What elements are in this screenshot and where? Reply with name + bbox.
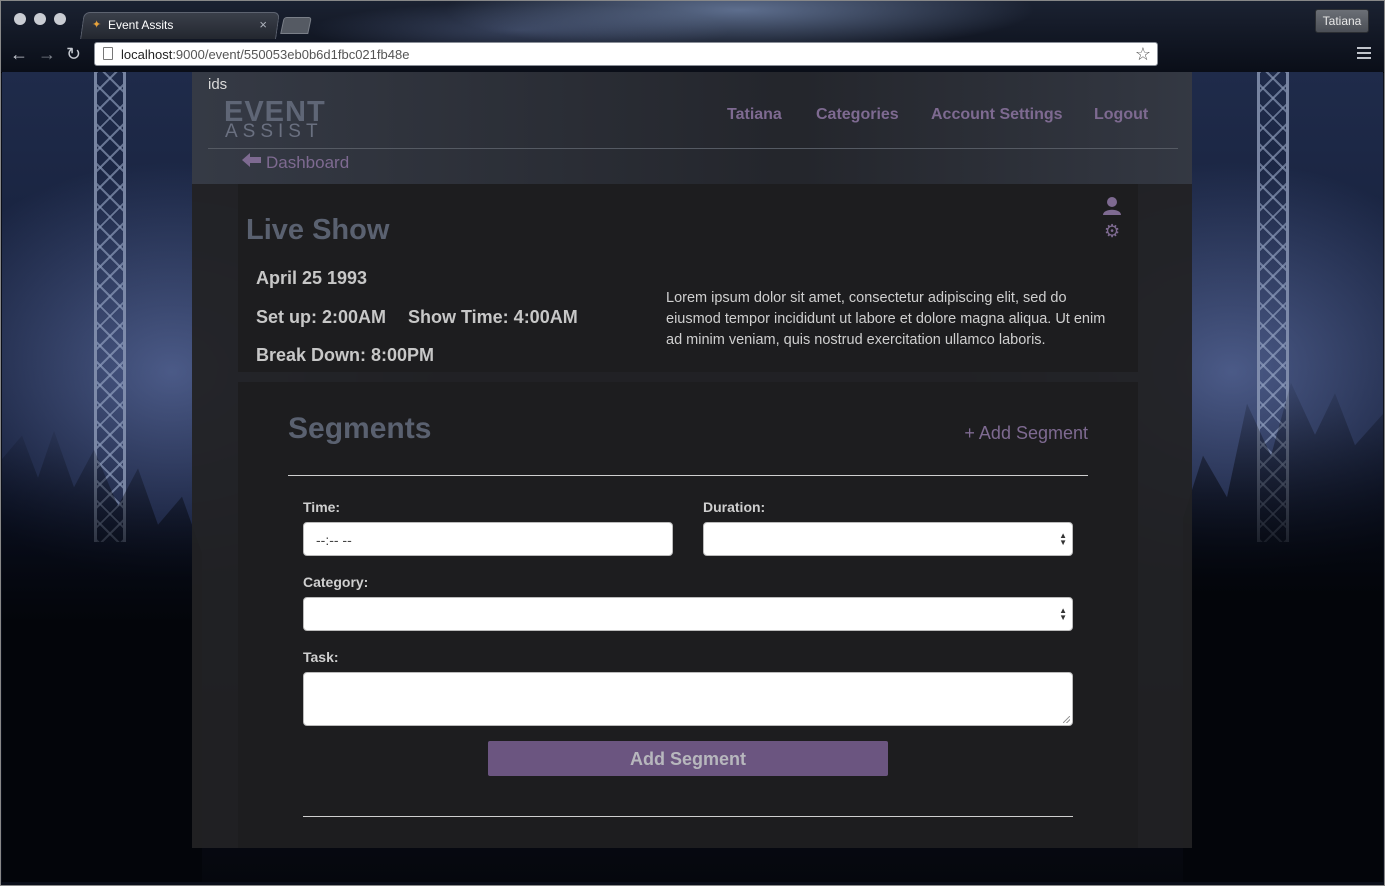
close-tab-icon[interactable]: × (259, 17, 267, 32)
nav-categories[interactable]: Categories (816, 106, 899, 124)
select-arrows-icon: ▲ ▼ (1059, 531, 1067, 547)
category-select[interactable]: ▲ ▼ (303, 597, 1073, 631)
back-to-dashboard-link[interactable]: Dashboard (266, 153, 349, 173)
select-arrows-icon: ▲ ▼ (1059, 606, 1067, 622)
time-input-value: --:-- -- (316, 532, 352, 548)
time-input[interactable]: --:-- -- (303, 522, 673, 556)
nav-user[interactable]: Tatiana (727, 106, 782, 124)
nav-logout[interactable]: Logout (1094, 106, 1148, 124)
tab-title: Event Assits (108, 18, 174, 32)
url-text: localhost:9000/event/550053eb0b6d1fbc021… (121, 47, 410, 62)
address-bar[interactable]: localhost:9000/event/550053eb0b6d1fbc021… (94, 42, 1158, 66)
user-icon[interactable] (1102, 196, 1122, 216)
zoom-window-button[interactable] (54, 13, 66, 25)
event-title: Live Show (246, 214, 390, 246)
menu-icon[interactable] (1357, 47, 1371, 62)
event-date: April 25 1993 (256, 268, 368, 288)
event-show-time: Show Time: 4:00AM (408, 307, 578, 327)
resize-grip-icon[interactable] (1063, 716, 1070, 723)
star-icon[interactable]: ☆ (1135, 44, 1151, 65)
crowd-left (2, 430, 202, 882)
logo-line-2: ASSIST (225, 121, 323, 142)
duration-label: Duration: (703, 499, 766, 515)
back-icon[interactable]: ← (10, 45, 28, 63)
nav-account-settings[interactable]: Account Settings (931, 106, 1063, 124)
form-bottom-divider (303, 816, 1073, 817)
event-details-card: Live Show April 25 1993 Set up: 2:00AM S… (238, 184, 1138, 372)
page-icon (103, 47, 113, 60)
event-setup-time: Set up: 2:00AM (256, 307, 387, 327)
event-description: Lorem ipsum dolor sit amet, consectetur … (666, 290, 1106, 348)
segments-title: Segments (288, 412, 432, 445)
page-viewport: ids EVENT ASSIST Tatiana Categories Acco… (2, 72, 1383, 882)
browser-chrome: ✦ Event Assits × Tatiana ← → ↻ localhost… (0, 0, 1385, 73)
new-tab-button[interactable] (280, 17, 312, 34)
site-container: ids EVENT ASSIST Tatiana Categories Acco… (192, 72, 1192, 848)
close-window-button[interactable] (14, 13, 26, 25)
task-textarea[interactable] (303, 672, 1073, 726)
category-label: Category: (303, 574, 369, 590)
browser-tab[interactable]: ✦ Event Assits × (90, 12, 275, 38)
segments-divider (288, 475, 1088, 476)
favicon-icon: ✦ (92, 19, 102, 31)
crowd-right (1183, 382, 1383, 882)
minimize-window-button[interactable] (34, 13, 46, 25)
time-label: Time: (303, 499, 341, 515)
profile-button[interactable]: Tatiana (1315, 9, 1369, 33)
arrow-left-icon[interactable] (242, 152, 262, 173)
stray-text: ids (208, 76, 228, 93)
segments-card: Segments + Add Segment Time: --:-- -- Du… (238, 382, 1138, 848)
task-label: Task: (303, 649, 339, 665)
header-divider (208, 148, 1178, 149)
add-segment-button[interactable]: Add Segment (488, 741, 888, 776)
reload-icon[interactable]: ↻ (66, 45, 81, 63)
gear-icon[interactable]: ⚙ (1104, 222, 1120, 240)
forward-icon[interactable]: → (38, 45, 56, 63)
event-break-down-time: Break Down: 8:00PM (256, 345, 435, 365)
duration-select[interactable]: ▲ ▼ (703, 522, 1073, 556)
add-segment-link[interactable]: + Add Segment (964, 423, 1088, 444)
